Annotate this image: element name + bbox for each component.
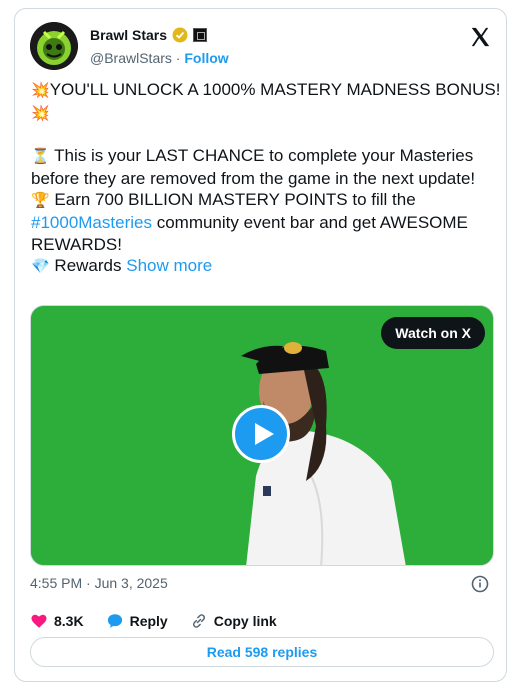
tweet-card: Brawl Stars @BrawlStars · Follow 💥YOU'LL… — [14, 8, 507, 682]
author-handle[interactable]: @BrawlStars — [90, 50, 172, 66]
play-icon — [255, 423, 274, 445]
like-button[interactable]: 8.3K — [30, 612, 84, 630]
tweet-timestamp[interactable]: 4:55 PM · Jun 3, 2025 — [30, 575, 168, 591]
author-name[interactable]: Brawl Stars — [90, 27, 167, 43]
tweet-line-3: 🏆 Earn 700 BILLION MASTERY POINTS to fil… — [31, 190, 468, 254]
heart-icon — [31, 614, 47, 628]
watch-on-x-button[interactable]: Watch on X — [381, 317, 485, 349]
follow-link[interactable]: Follow — [184, 50, 228, 66]
avatar[interactable] — [30, 22, 78, 70]
video-player[interactable]: Watch on X — [30, 305, 494, 566]
author-name-row: Brawl Stars — [90, 27, 208, 43]
gem-emoji-icon: 💎 — [31, 257, 50, 276]
copy-link-button[interactable]: Copy link — [190, 612, 277, 630]
affiliate-badge-icon — [193, 28, 208, 42]
action-bar: 8.3K Reply Copy link — [30, 612, 299, 630]
collision-emoji-icon: 💥 — [31, 81, 50, 99]
show-more-link[interactable]: Show more — [126, 256, 212, 275]
tweet-line-2: ⏳ This is your LAST CHANCE to complete y… — [31, 146, 476, 188]
like-count: 8.3K — [54, 613, 84, 629]
tweet-line-4: 💎 Rewards Show more — [31, 256, 213, 276]
info-icon[interactable] — [471, 575, 489, 593]
reply-button[interactable]: Reply — [106, 612, 168, 630]
verified-badge-icon — [172, 27, 188, 43]
copy-link-label: Copy link — [213, 613, 277, 629]
link-icon — [192, 614, 205, 628]
reply-bubble-icon — [107, 614, 122, 628]
play-button[interactable] — [232, 405, 290, 463]
collision-emoji-icon: 💥 — [31, 103, 50, 122]
tweet-line-1: 💥YOU'LL UNLOCK A 1000% MASTERY MADNESS B… — [31, 80, 501, 122]
tweet-header: Brawl Stars @BrawlStars · Follow — [30, 22, 491, 72]
reply-label: Reply — [129, 613, 168, 629]
read-replies-button[interactable]: Read 598 replies — [30, 637, 494, 667]
trophy-emoji-icon: 🏆 — [31, 191, 50, 210]
hashtag-link[interactable]: #1000Masteries — [31, 213, 152, 232]
handle-row: @BrawlStars · Follow — [90, 50, 229, 66]
x-logo-icon[interactable] — [469, 26, 491, 48]
tweet-text: 💥YOU'LL UNLOCK A 1000% MASTERY MADNESS B… — [31, 79, 501, 278]
separator: · — [175, 50, 181, 66]
hourglass-emoji-icon: ⏳ — [31, 147, 50, 166]
